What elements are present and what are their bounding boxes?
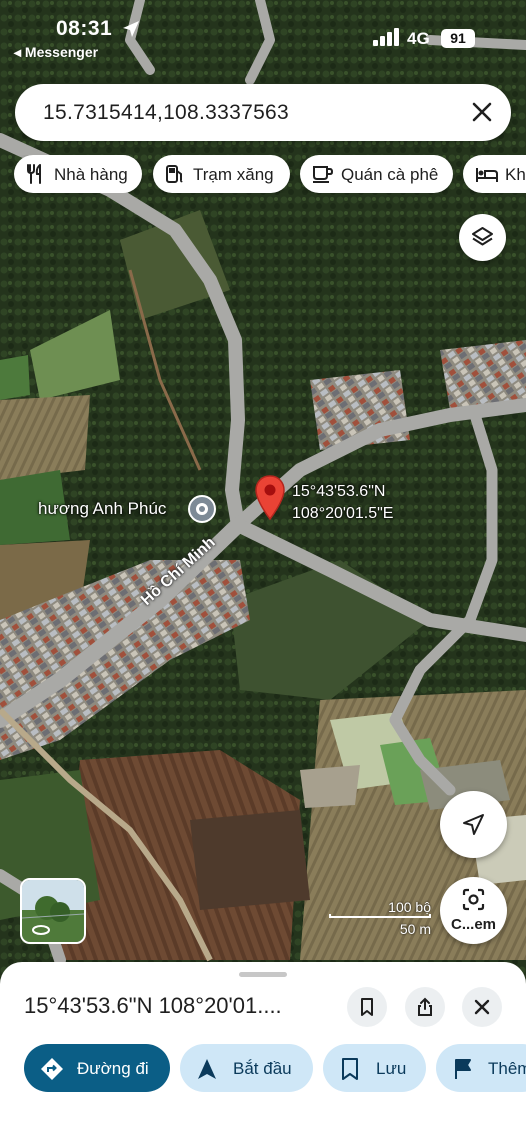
pin-latitude: 15°43'53.6"N [292,483,386,500]
category-chips: Nhà hàng Trạm xăng Quán cà phê Kha [14,155,526,193]
place-bottom-sheet: 15°43'53.6"N 108°20'01.... Đường đi Bắt … [0,962,526,1142]
search-bar[interactable]: 15.7315414,108.3337563 [15,84,511,141]
bookmark-icon [361,998,373,1016]
cellular-signal-icon [373,28,399,46]
navigation-icon [198,1059,216,1079]
save-bookmark-button[interactable] [347,987,387,1027]
chip-label: Trạm xăng [193,165,274,184]
close-sheet-button[interactable] [462,987,502,1027]
flag-icon [455,1059,471,1079]
save-button[interactable]: Lưu [323,1044,426,1092]
chip-label: Kha [505,165,526,184]
layers-button[interactable] [459,214,506,261]
place-marker-icon[interactable] [188,495,216,523]
pin-coordinates-label: 15°43'53.6"N 108°20'01.5"E [292,481,393,525]
pin-longitude: 108°20'01.5"E [292,505,394,522]
battery-indicator: 91 [441,29,475,48]
sheet-drag-handle[interactable] [239,972,287,977]
hotel-icon [476,168,498,182]
scale-meters: 50 m [399,921,431,937]
chip-label: Quán cà phê [341,165,439,184]
status-bar: 08:31 ◂ Messenger 4G 91 [0,0,526,70]
navigation-arrow-icon [463,814,484,835]
map-scale: 100 bộ 50 m [329,898,437,938]
close-icon[interactable] [467,97,497,127]
bookmark-icon [342,1058,358,1080]
add-label: Thêm [488,1059,526,1078]
scale-feet: 100 bộ [388,899,431,915]
chip-label: Nhà hàng [54,165,128,184]
chip-gas-stations[interactable]: Trạm xăng [153,155,290,193]
location-services-icon [123,21,139,37]
status-time: 08:31 [56,17,113,40]
street-view-thumbnail[interactable] [20,878,86,944]
close-icon [474,999,490,1015]
save-label: Lưu [376,1059,407,1078]
search-query[interactable]: 15.7315414,108.3337563 [43,101,289,125]
my-location-button[interactable] [440,791,507,858]
share-icon [418,997,432,1016]
restaurant-icon [27,164,41,184]
lens-icon [462,888,485,911]
network-type: 4G [407,29,430,48]
lens-camera-button[interactable]: C...em [440,877,507,944]
layers-icon [472,227,493,246]
place-label[interactable]: hương Anh Phúc [38,499,166,519]
scale-bar [329,914,431,918]
lens-label: C...em [450,916,496,933]
directions-icon [41,1058,63,1080]
chip-restaurants[interactable]: Nhà hàng [14,155,142,193]
coffee-icon [313,166,334,183]
back-to-app-link[interactable]: ◂ Messenger [14,44,98,61]
gas-station-icon [166,165,183,183]
rotate-360-icon [32,925,50,935]
chip-hotels[interactable]: Kha [463,155,526,193]
chip-coffee[interactable]: Quán cà phê [300,155,453,193]
directions-button[interactable]: Đường đi [24,1044,170,1092]
directions-label: Đường đi [77,1059,149,1078]
place-title: 15°43'53.6"N 108°20'01.... [24,993,282,1018]
location-pin-icon[interactable] [255,475,285,521]
start-navigation-button[interactable]: Bắt đầu [180,1044,313,1092]
add-label-button[interactable]: Thêm [436,1044,526,1092]
share-button[interactable] [405,987,445,1027]
start-label: Bắt đầu [233,1059,292,1078]
